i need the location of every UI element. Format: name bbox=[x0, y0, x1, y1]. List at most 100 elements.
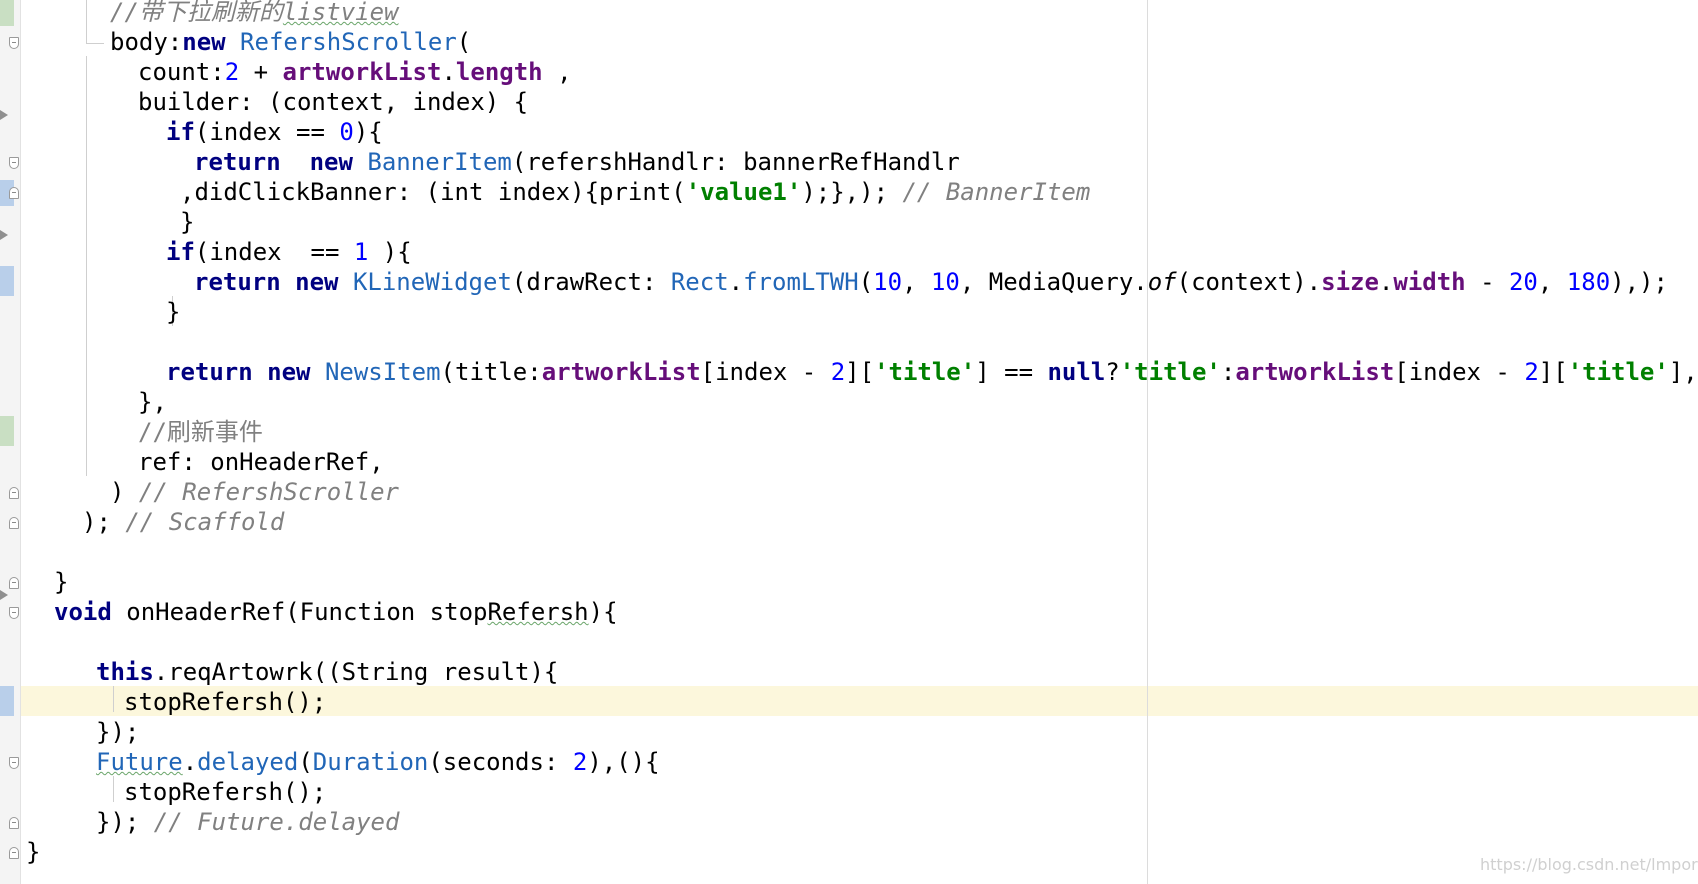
code-token: ),(){ bbox=[587, 748, 660, 776]
code-line[interactable]: body:new RefershScroller( bbox=[110, 27, 471, 57]
code-token: (index == bbox=[194, 238, 354, 266]
code-token: ( bbox=[298, 748, 313, 776]
vcs-change-marker[interactable] bbox=[0, 416, 14, 446]
code-line[interactable]: if(index == 1 ){ bbox=[166, 237, 412, 267]
code-token: count: bbox=[138, 58, 225, 86]
fold-close-icon[interactable] bbox=[9, 847, 19, 859]
vcs-change-marker[interactable] bbox=[0, 266, 14, 296]
fold-open-icon[interactable] bbox=[9, 607, 19, 619]
code-token: } bbox=[180, 208, 195, 236]
code-token: ( bbox=[456, 28, 472, 56]
code-line[interactable]: //刷新事件 bbox=[138, 417, 263, 447]
code-line[interactable]: if(index == 0){ bbox=[166, 117, 383, 147]
code-token: , MediaQuery. bbox=[959, 268, 1148, 296]
code-token: 2 bbox=[224, 58, 240, 86]
code-token: 'title' bbox=[1567, 358, 1669, 386]
code-token: new bbox=[295, 268, 353, 296]
code-line[interactable]: void onHeaderRef(Function stopRefersh){ bbox=[54, 597, 618, 627]
code-token: of bbox=[1147, 268, 1177, 296]
code-token: ] == bbox=[975, 358, 1048, 386]
code-token: ][ bbox=[1538, 358, 1568, 386]
fold-close-icon[interactable] bbox=[9, 187, 19, 199]
fold-close-icon[interactable] bbox=[9, 577, 19, 589]
code-line[interactable]: } bbox=[26, 837, 40, 867]
fold-open-icon[interactable] bbox=[9, 757, 19, 769]
code-line[interactable]: } bbox=[54, 567, 68, 597]
code-token: }, bbox=[138, 388, 167, 416]
code-token: ) bbox=[110, 478, 139, 506]
fold-close-icon[interactable] bbox=[9, 487, 19, 499]
code-token: void bbox=[54, 598, 127, 626]
code-token: } bbox=[166, 298, 181, 326]
code-line[interactable]: ) // RefershScroller bbox=[110, 477, 399, 507]
fold-close-icon[interactable] bbox=[9, 817, 19, 829]
code-token: // BannerItem bbox=[902, 178, 1091, 206]
code-line[interactable]: } bbox=[166, 297, 180, 327]
code-token: ][ bbox=[845, 358, 875, 386]
vcs-change-marker[interactable] bbox=[0, 686, 14, 716]
code-line[interactable]: ref: onHeaderRef, bbox=[138, 447, 384, 477]
code-line[interactable]: count:2 + artworkList.length , bbox=[138, 57, 572, 87]
code-line[interactable]: }); // Future.delayed bbox=[96, 807, 399, 837]
code-token: } bbox=[26, 838, 41, 866]
code-line[interactable]: }); bbox=[96, 717, 139, 747]
code-token: 'title' bbox=[1119, 358, 1221, 386]
code-line[interactable]: } bbox=[180, 207, 194, 237]
indent-guide bbox=[86, 43, 104, 44]
code-editor[interactable]: //带下拉刷新的listview body:new RefershScrolle… bbox=[0, 0, 1698, 884]
code-line[interactable]: Future.delayed(Duration(seconds: 2),(){ bbox=[96, 747, 660, 777]
code-token: 10 bbox=[930, 268, 960, 296]
code-token: (refershHandlr: bannerRefHandlr bbox=[511, 148, 960, 176]
code-line[interactable]: stopRefersh(); bbox=[124, 687, 326, 717]
code-line[interactable]: return new BannerItem(refershHandlr: ban… bbox=[194, 147, 960, 177]
code-token: ){ bbox=[368, 238, 412, 266]
code-token: : bbox=[1220, 358, 1236, 386]
code-token: //刷新事件 bbox=[138, 418, 263, 446]
code-line[interactable]: stopRefersh(); bbox=[124, 777, 326, 807]
fold-open-icon[interactable] bbox=[9, 37, 19, 49]
code-token: . bbox=[1378, 268, 1394, 296]
code-token: return bbox=[194, 148, 310, 176]
code-token: 'value1' bbox=[685, 178, 802, 206]
code-line[interactable]: return new KLineWidget(drawRect: Rect.fr… bbox=[194, 267, 1668, 297]
gutter-arrow-icon bbox=[0, 590, 8, 600]
code-token: 2 bbox=[1524, 358, 1539, 386]
code-token: body: bbox=[110, 28, 183, 56]
code-token: RefershScroller bbox=[240, 28, 457, 56]
code-token: this bbox=[96, 658, 154, 686]
code-line[interactable]: }, bbox=[138, 387, 167, 417]
indent-guide bbox=[113, 776, 114, 802]
code-token: (context). bbox=[1176, 268, 1322, 296]
code-token: 10 bbox=[873, 268, 903, 296]
code-token: NewsItem bbox=[324, 358, 441, 386]
fold-close-icon[interactable] bbox=[9, 517, 19, 529]
code-token: return bbox=[194, 268, 296, 296]
code-token: ? bbox=[1105, 358, 1120, 386]
code-token: 2 bbox=[572, 748, 588, 776]
code-token: artworkList bbox=[1235, 358, 1395, 386]
fold-open-icon[interactable] bbox=[9, 157, 19, 169]
code-token: if bbox=[166, 118, 195, 146]
code-line[interactable]: //带下拉刷新的listview bbox=[110, 0, 399, 27]
code-token: 180 bbox=[1566, 268, 1611, 296]
code-line[interactable]: ); // Scaffold bbox=[82, 507, 284, 537]
code-token: // Future.delayed bbox=[153, 808, 400, 836]
code-token: }); bbox=[96, 718, 140, 746]
code-token: ),); bbox=[1610, 268, 1668, 296]
code-line[interactable]: this.reqArtowrk((String result){ bbox=[96, 657, 558, 687]
code-token: 20 bbox=[1508, 268, 1538, 296]
code-token: 0 bbox=[339, 118, 354, 146]
vcs-change-marker[interactable] bbox=[0, 0, 14, 26]
code-token: 2 bbox=[830, 358, 846, 386]
code-token: (seconds: bbox=[428, 748, 573, 776]
code-token: 1 bbox=[353, 238, 369, 266]
code-line[interactable]: builder: (context, index) { bbox=[138, 87, 528, 117]
editor-gutter bbox=[0, 0, 21, 884]
code-line[interactable]: return new NewsItem(title:artworkList[in… bbox=[166, 357, 1698, 387]
code-token: Future bbox=[96, 748, 183, 776]
code-token: // RefershScroller bbox=[138, 478, 399, 506]
code-token: (title: bbox=[440, 358, 542, 386]
code-token: new bbox=[182, 28, 241, 56]
code-token: ,didClickBanner: (int index){print( bbox=[180, 178, 686, 206]
code-line[interactable]: ,didClickBanner: (int index){print('valu… bbox=[180, 177, 1090, 207]
